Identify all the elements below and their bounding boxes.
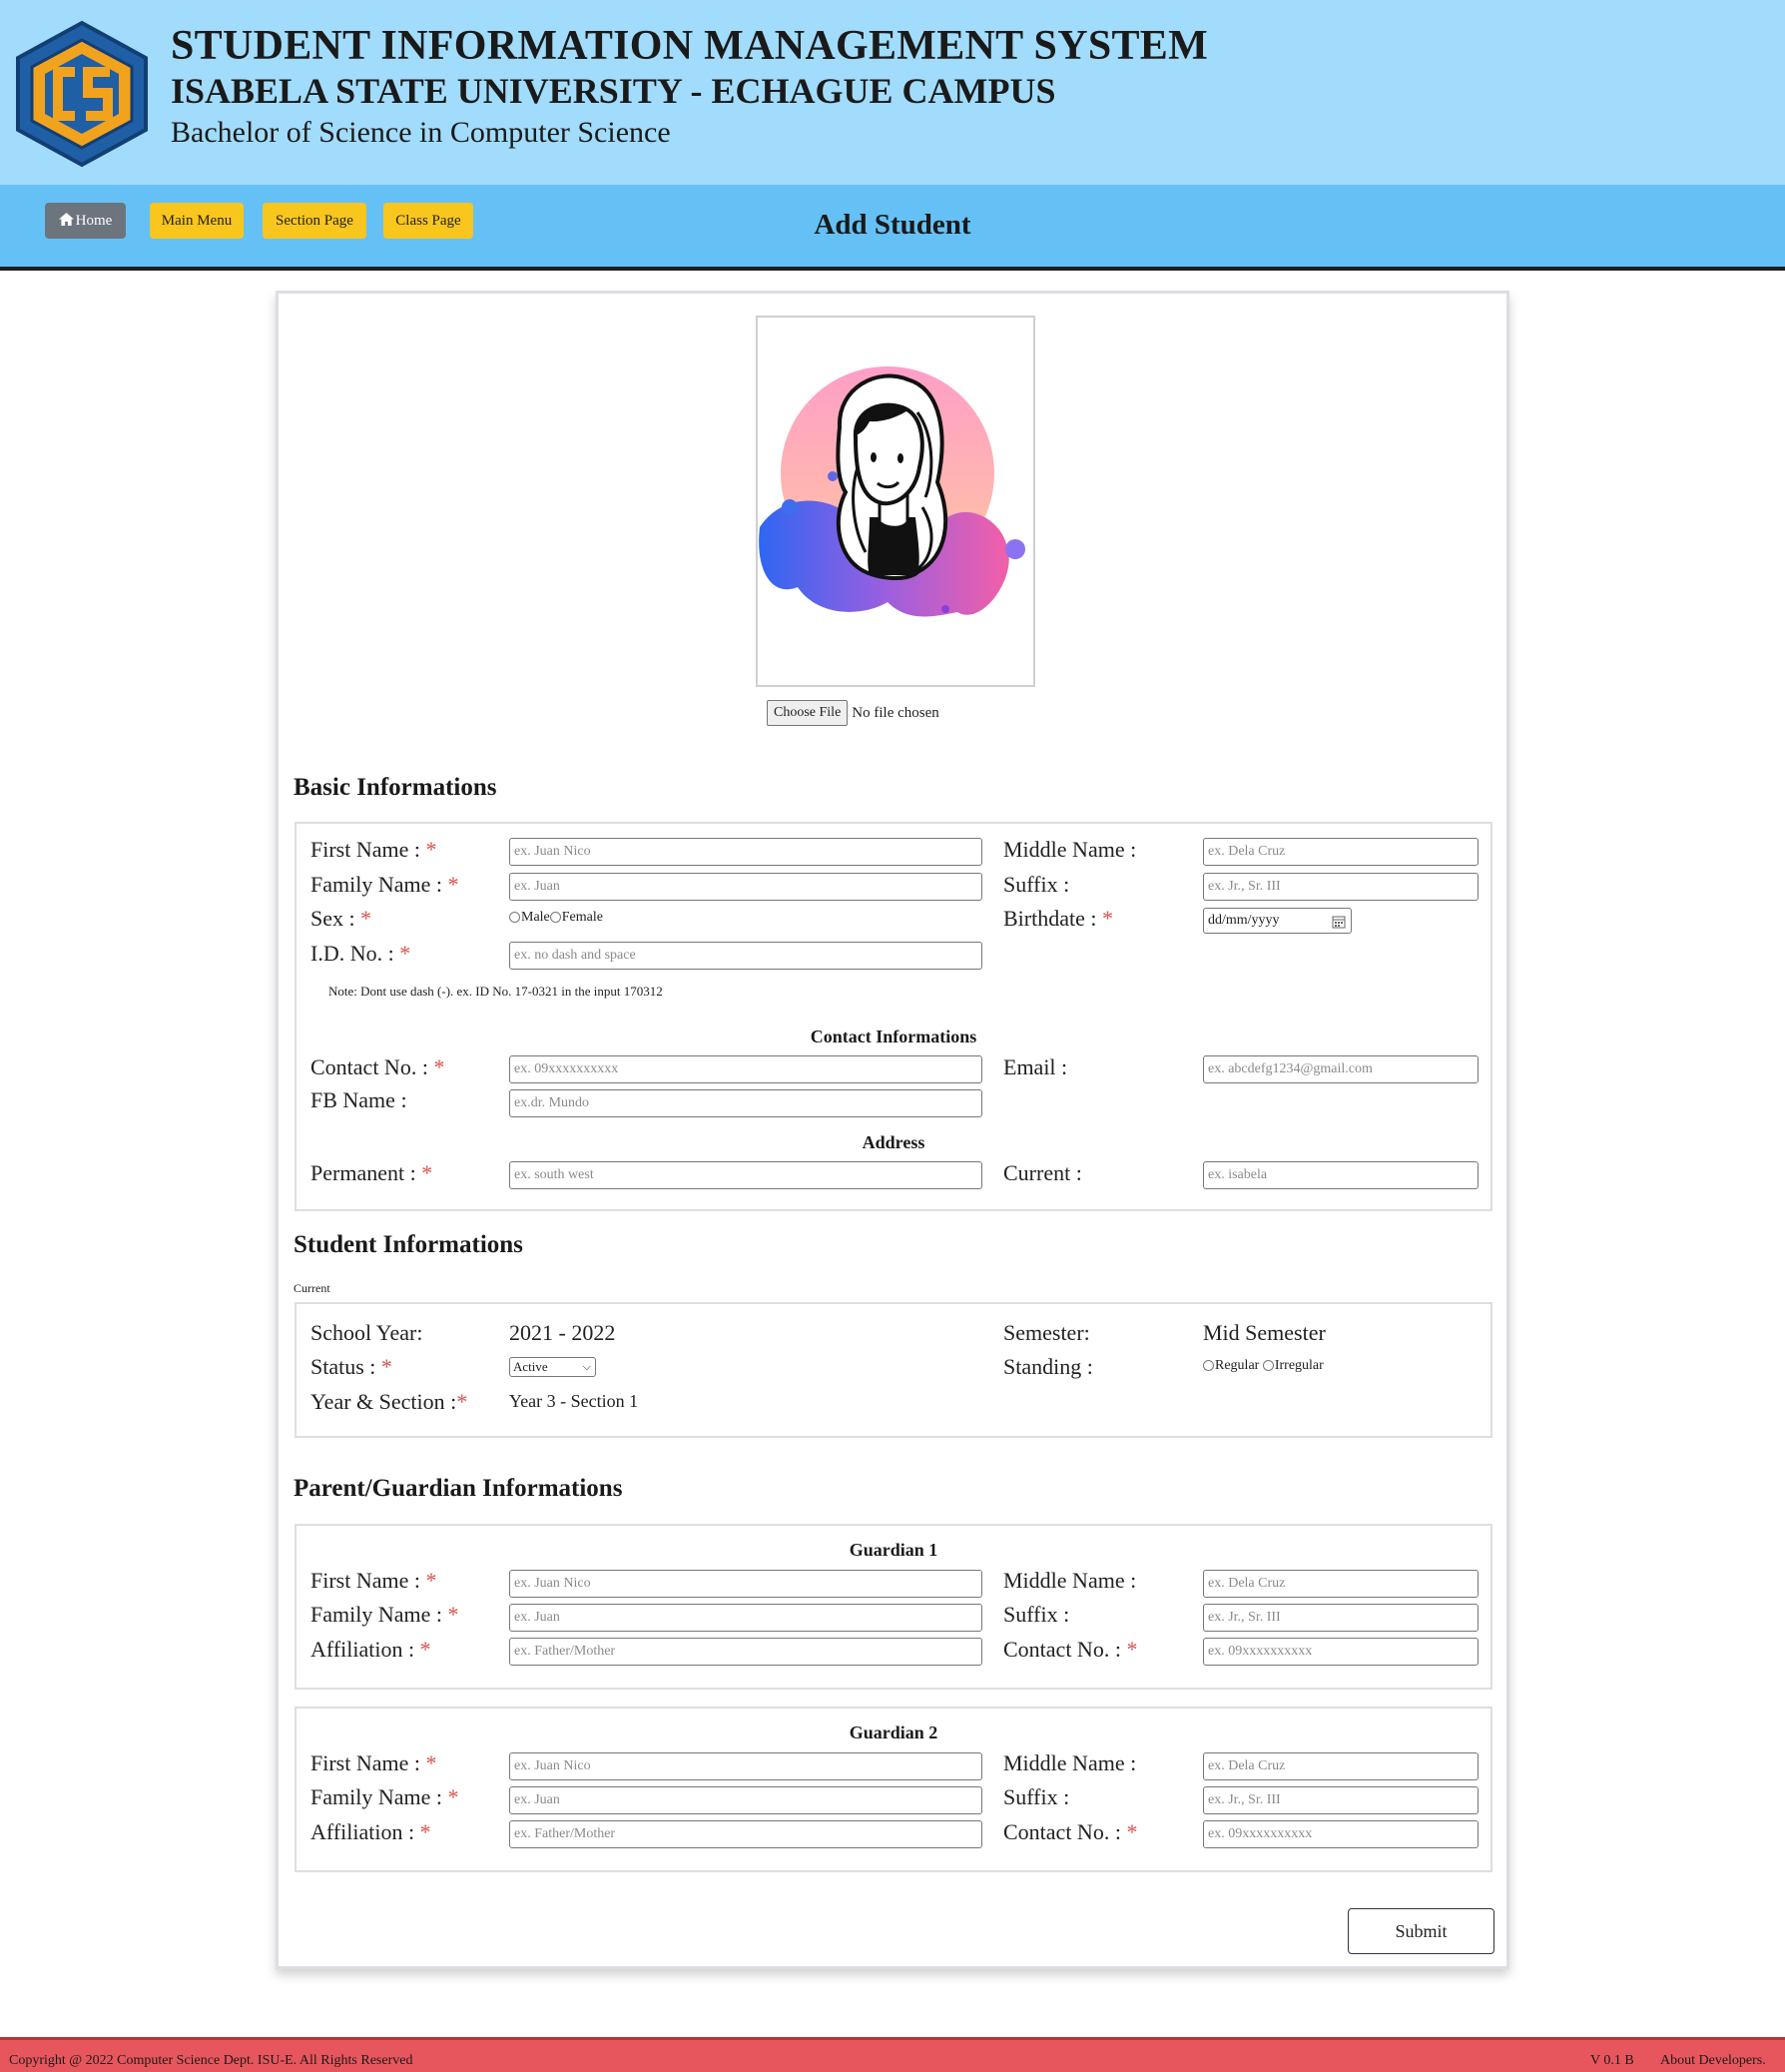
guardian1-box: Guardian 1 First Name : * ex. Juan Nico … (295, 1524, 1492, 1690)
contact-info-heading: Contact Informations (810, 1027, 977, 1046)
sex-radio-group: Male Female (509, 910, 603, 926)
birthdate-label: Birthdate : * (1003, 906, 1113, 931)
id-no-input[interactable]: ex. no dash and space (509, 942, 982, 970)
g1-suffix-input[interactable]: ex. Jr., Sr. III (1203, 1604, 1479, 1632)
id-format-note: Note: Dont use dash (-). ex. ID No. 17-0… (328, 984, 663, 999)
student-photo-preview (756, 316, 1035, 687)
g1-first-name-label: First Name : * (310, 1568, 437, 1593)
sex-female-radio[interactable]: Female (549, 910, 603, 926)
g2-family-name-input[interactable]: ex. Juan (509, 1786, 982, 1814)
g2-affiliation-input[interactable]: ex. Father/Mother (509, 1820, 982, 1848)
g2-middle-name-label: Middle Name : (1003, 1750, 1137, 1775)
calendar-icon[interactable] (1332, 915, 1346, 929)
fb-name-label: FB Name : (310, 1087, 407, 1112)
version-text: V 0.1 B (1590, 2053, 1634, 2068)
middle-name-input[interactable]: ex. Dela Cruz (1203, 838, 1479, 866)
photo-upload-row: Choose File No file chosen (767, 700, 939, 728)
guardian1-heading: Guardian 1 (849, 1540, 938, 1560)
g2-family-name-label: Family Name : * (310, 1784, 459, 1809)
g2-suffix-label: Suffix : (1003, 1784, 1070, 1809)
sex-male-radio[interactable]: Male (509, 910, 550, 926)
guardian2-box: Guardian 2 First Name : * ex. Juan Nico … (295, 1707, 1492, 1872)
contact-no-label: Contact No. : * (310, 1054, 445, 1079)
year-section-value: Year 3 - Section 1 (509, 1391, 639, 1411)
semester-label: Semester: (1003, 1320, 1090, 1345)
g2-affiliation-label: Affiliation : * (310, 1819, 431, 1844)
program-title: Bachelor of Science in Computer Science (171, 116, 671, 149)
university-title: ISABELA STATE UNIVERSITY - ECHAGUE CAMPU… (171, 71, 1056, 111)
footer: Copyright @ 2022 Computer Science Dept. … (0, 2037, 1785, 2072)
permanent-address-input[interactable]: ex. south west (509, 1161, 982, 1189)
standing-label: Standing : (1003, 1354, 1093, 1379)
logo-cs-icon (16, 20, 148, 168)
middle-name-label: Middle Name : (1003, 837, 1137, 862)
add-student-form: Choose File No file chosen Basic Informat… (276, 291, 1509, 1969)
guardian2-heading: Guardian 2 (849, 1723, 938, 1742)
fb-name-input[interactable]: ex.dr. Mundo (509, 1089, 982, 1117)
year-section-label: Year & Section :* (310, 1389, 468, 1414)
basic-info-title: Basic Informations (294, 774, 497, 801)
chevron-down-icon: ⌵ (582, 1361, 591, 1373)
sex-label: Sex : * (310, 906, 372, 931)
system-title: STUDENT INFORMATION MANAGEMENT SYSTEM (171, 23, 1209, 69)
g1-affiliation-label: Affiliation : * (310, 1637, 431, 1662)
g1-family-name-input[interactable]: ex. Juan (509, 1604, 982, 1632)
header-banner: STUDENT INFORMATION MANAGEMENT SYSTEM IS… (0, 0, 1785, 185)
g1-middle-name-label: Middle Name : (1003, 1568, 1137, 1593)
first-name-input[interactable]: ex. Juan Nico (509, 838, 982, 866)
about-developers-link[interactable]: About Developers. (1660, 2053, 1766, 2069)
suffix-label: Suffix : (1003, 872, 1070, 897)
email-label: Email : (1003, 1054, 1068, 1079)
choose-file-button[interactable]: Choose File (767, 700, 849, 726)
email-input[interactable]: ex. abcdefg1234@gmail.com (1203, 1055, 1479, 1083)
g2-first-name-label: First Name : * (310, 1750, 437, 1775)
school-year-label: School Year: (310, 1320, 423, 1345)
current-tag: Current (294, 1281, 330, 1295)
nav-bar: Home Main Menu Section Page Class Page A… (0, 185, 1785, 271)
basic-info-box: First Name : * ex. Juan Nico Middle Name… (295, 822, 1492, 1211)
g1-suffix-label: Suffix : (1003, 1602, 1070, 1627)
status-select[interactable]: Active ⌵ (509, 1357, 596, 1377)
permanent-address-label: Permanent : * (310, 1160, 433, 1185)
suffix-input[interactable]: ex. Jr., Sr. III (1203, 873, 1479, 901)
standing-regular-radio[interactable]: Regular (1203, 1358, 1259, 1374)
id-no-label: I.D. No. : * (310, 941, 411, 966)
birthdate-input[interactable]: dd/mm/yyyy (1203, 908, 1352, 934)
g1-contact-input[interactable]: ex. 09xxxxxxxxxx (1203, 1638, 1479, 1666)
address-heading: Address (862, 1132, 925, 1152)
first-name-label: First Name : * (310, 837, 437, 862)
g1-middle-name-input[interactable]: ex. Dela Cruz (1203, 1570, 1479, 1598)
birthdate-placeholder: dd/mm/yyyy (1208, 913, 1280, 928)
family-name-input[interactable]: ex. Juan (509, 873, 982, 901)
semester-value: Mid Semester (1203, 1320, 1326, 1345)
page-title: Add Student (814, 209, 971, 241)
family-name-label: Family Name : * (310, 872, 459, 897)
copyright-text: Copyright @ 2022 Computer Science Dept. … (9, 2053, 413, 2068)
g2-first-name-input[interactable]: ex. Juan Nico (509, 1752, 982, 1780)
g2-middle-name-input[interactable]: ex. Dela Cruz (1203, 1752, 1479, 1780)
student-info-title: Student Informations (294, 1231, 523, 1258)
g2-suffix-input[interactable]: ex. Jr., Sr. III (1203, 1786, 1479, 1814)
avatar-illustration-icon (759, 366, 1025, 617)
status-label: Status : * (310, 1354, 392, 1379)
current-address-label: Current : (1003, 1160, 1082, 1185)
school-year-value: 2021 - 2022 (509, 1320, 616, 1345)
g2-contact-input[interactable]: ex. 09xxxxxxxxxx (1203, 1820, 1479, 1848)
parent-info-title: Parent/Guardian Informations (294, 1475, 623, 1502)
g1-family-name-label: Family Name : * (310, 1602, 459, 1627)
standing-radio-group: Regular Irregular (1203, 1358, 1324, 1374)
submit-button[interactable]: Submit (1348, 1908, 1494, 1954)
current-address-input[interactable]: ex. isabela (1203, 1161, 1479, 1189)
student-info-box: School Year: 2021 - 2022 Semester: Mid S… (295, 1302, 1492, 1438)
standing-irregular-radio[interactable]: Irregular (1262, 1358, 1324, 1374)
g2-contact-label: Contact No. : * (1003, 1819, 1138, 1844)
g1-affiliation-input[interactable]: ex. Father/Mother (509, 1638, 982, 1666)
g1-contact-label: Contact No. : * (1003, 1637, 1138, 1662)
file-status-text: No file chosen (852, 704, 939, 721)
g1-first-name-input[interactable]: ex. Juan Nico (509, 1570, 982, 1598)
contact-no-input[interactable]: ex. 09xxxxxxxxxx (509, 1055, 982, 1083)
status-selected-value: Active (513, 1359, 548, 1374)
